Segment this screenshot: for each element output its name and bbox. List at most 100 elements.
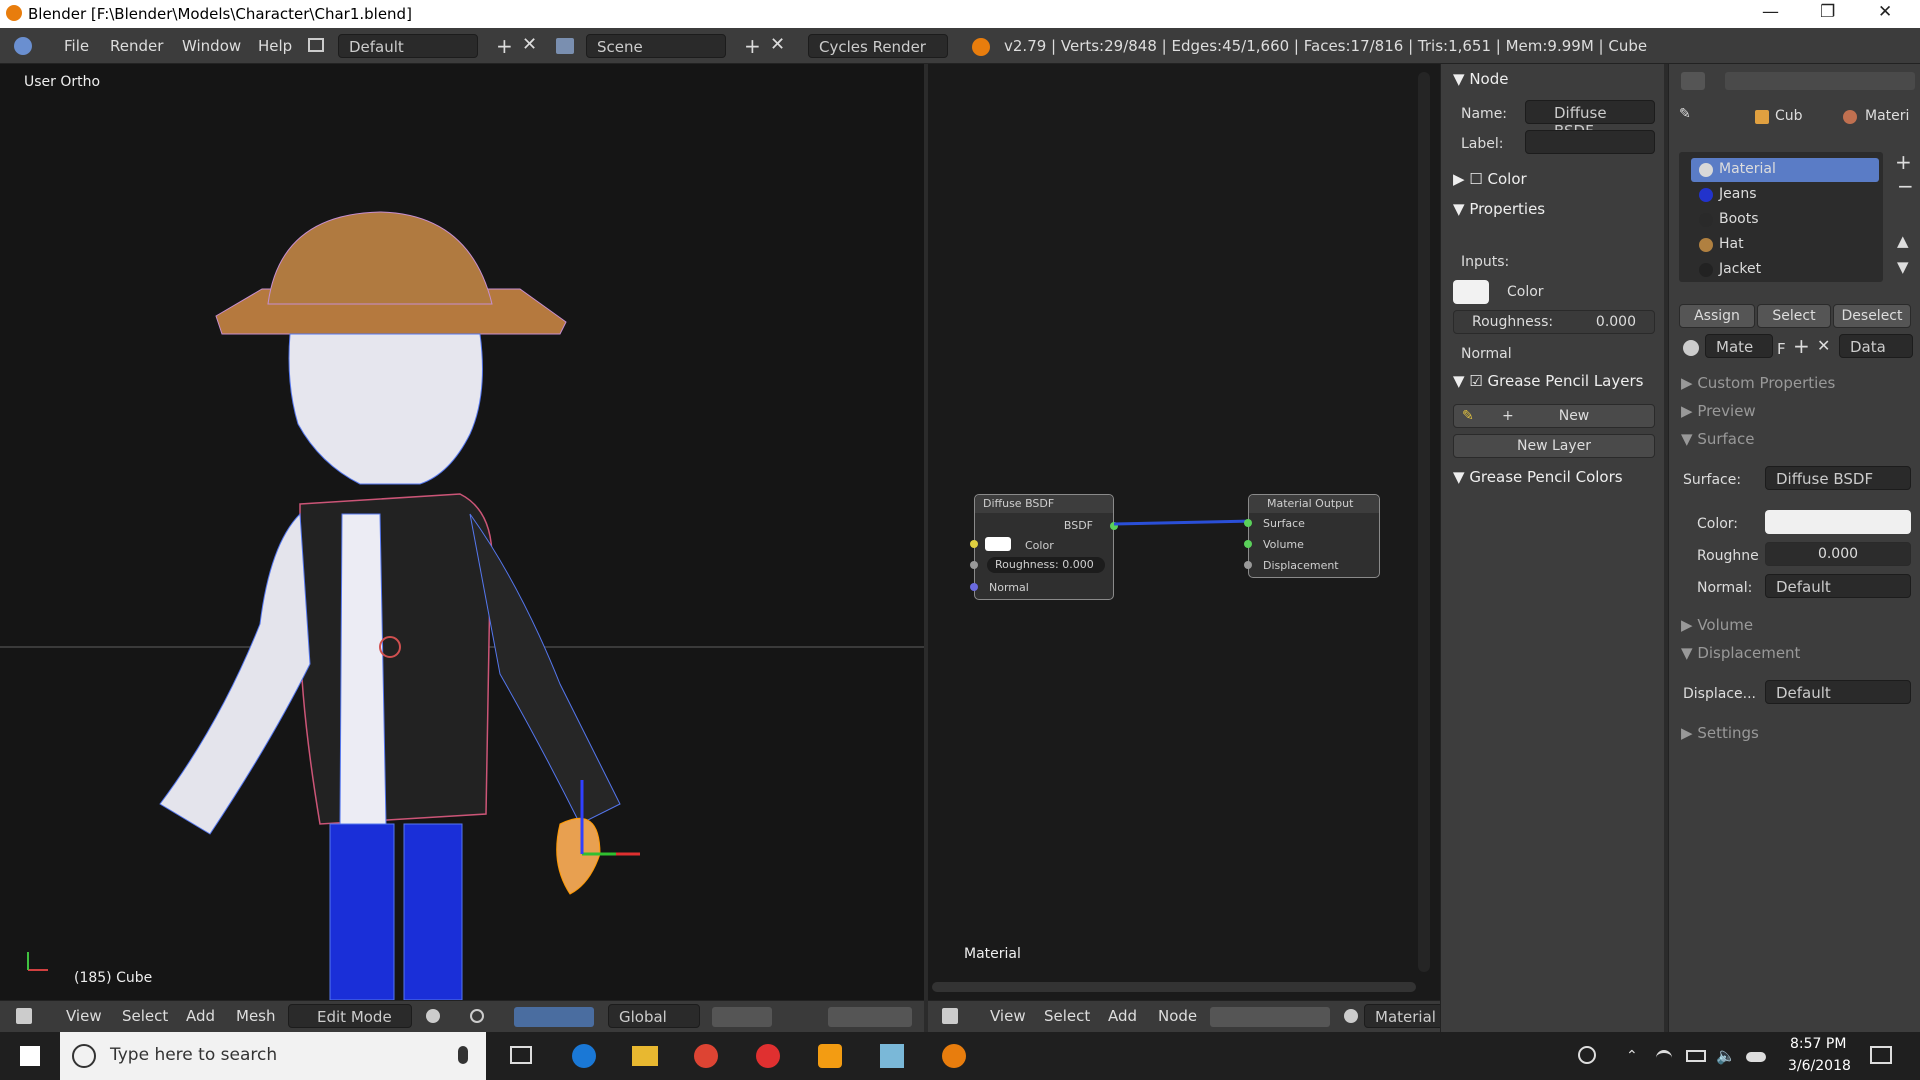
- material-slot[interactable]: Hat: [1691, 233, 1879, 257]
- mode-select[interactable]: Edit Mode: [288, 1004, 412, 1028]
- node-scrollbar[interactable]: [932, 982, 1416, 992]
- material-output-node[interactable]: Material Output Surface Volume Displacem…: [1244, 494, 1380, 578]
- color-input-swatch[interactable]: [1453, 280, 1489, 304]
- restore-button[interactable]: ❐: [1820, 2, 1835, 22]
- layout-field[interactable]: Default: [338, 34, 478, 58]
- remove-layout-icon[interactable]: ✕: [522, 34, 537, 55]
- node-name-field[interactable]: Diffuse BSDF: [1525, 100, 1655, 140]
- material-unlink-icon[interactable]: ✕: [1817, 336, 1830, 355]
- node-editor-type-icon[interactable]: [942, 1008, 958, 1024]
- move-down-icon[interactable]: ▼: [1897, 258, 1909, 276]
- search-input[interactable]: Type here to search: [110, 1045, 277, 1065]
- shader-type-icons[interactable]: [1210, 1007, 1330, 1027]
- properties-type-icon[interactable]: [1681, 72, 1705, 90]
- layout-icon[interactable]: [308, 38, 324, 52]
- pivot-icon[interactable]: [470, 1009, 484, 1023]
- select-button[interactable]: Select: [1757, 304, 1831, 328]
- volume-socket[interactable]: [1244, 540, 1252, 548]
- material-slot[interactable]: Boots: [1691, 208, 1879, 232]
- render-engine-select[interactable]: Cycles Render: [808, 34, 948, 58]
- material-browse-icon[interactable]: [1683, 340, 1699, 356]
- sublime-icon[interactable]: [818, 1044, 842, 1068]
- surface-header[interactable]: ▼ Surface: [1681, 430, 1754, 448]
- roughness-field[interactable]: Roughness: 0.000: [987, 557, 1105, 573]
- microphone-icon[interactable]: [458, 1046, 468, 1064]
- node-add-menu[interactable]: Add: [1108, 1007, 1137, 1025]
- material-slot[interactable]: Material: [1691, 158, 1879, 182]
- remove-scene-icon[interactable]: ✕: [770, 34, 785, 55]
- surface-shader-select[interactable]: Diffuse BSDF: [1765, 466, 1911, 490]
- app-icon[interactable]: [880, 1044, 904, 1068]
- node-label-field[interactable]: [1525, 130, 1655, 154]
- material-add-icon[interactable]: +: [1793, 334, 1810, 358]
- new-gp-button[interactable]: ✎ + New: [1453, 404, 1655, 428]
- custom-properties-header[interactable]: ▶ Custom Properties: [1681, 374, 1835, 392]
- displacement-socket[interactable]: [1244, 561, 1252, 569]
- add-menu[interactable]: Add: [186, 1007, 215, 1025]
- material-slot[interactable]: Jacket: [1691, 258, 1879, 278]
- diffuse-bsdf-node[interactable]: Diffuse BSDF BSDF Color Roughness: 0.000…: [970, 494, 1118, 600]
- roughness-value-field[interactable]: 0.000: [1765, 542, 1911, 566]
- close-button[interactable]: ✕: [1878, 2, 1892, 22]
- node-editor[interactable]: Diffuse BSDF BSDF Color Roughness: 0.000…: [928, 64, 1440, 1000]
- clock-time[interactable]: 8:57 PM: [1790, 1036, 1846, 1052]
- pin-icon[interactable]: ✎: [1679, 106, 1691, 122]
- taskbar-search[interactable]: Type here to search: [60, 1032, 486, 1080]
- manipulator-icon[interactable]: [514, 1007, 594, 1027]
- info-icon[interactable]: [14, 37, 32, 55]
- assign-button[interactable]: Assign: [1679, 304, 1755, 328]
- material-slot[interactable]: Jeans: [1691, 183, 1879, 207]
- windows-start-icon[interactable]: [20, 1046, 40, 1066]
- roughness-slider[interactable]: Roughness: 0.000: [1453, 310, 1655, 334]
- file-explorer-icon[interactable]: [632, 1046, 658, 1066]
- color-input-socket[interactable]: [970, 540, 978, 548]
- displacement-header[interactable]: ▼ Displacement: [1681, 644, 1800, 662]
- move-up-icon[interactable]: ▲: [1897, 232, 1909, 250]
- settings-header[interactable]: ▶ Settings: [1681, 724, 1759, 742]
- node-menu[interactable]: Node: [1158, 1007, 1197, 1025]
- gp-layers-header[interactable]: ▼ ☑ Grease Pencil Layers: [1453, 372, 1643, 390]
- 3d-viewport[interactable]: User Ortho (185) Cube: [0, 64, 924, 1000]
- preview-header[interactable]: ▶ Preview: [1681, 402, 1756, 420]
- view-menu[interactable]: View: [66, 1007, 102, 1025]
- roughness-socket[interactable]: [970, 561, 978, 569]
- material-slot-list[interactable]: Material Jeans Boots Hat Jacket: [1679, 152, 1883, 282]
- node-vscrollbar[interactable]: [1418, 72, 1430, 972]
- color-swatch[interactable]: [985, 537, 1011, 551]
- chrome-icon[interactable]: [694, 1044, 718, 1068]
- menu-window[interactable]: Window: [182, 37, 241, 55]
- battery-icon[interactable]: [1686, 1050, 1706, 1062]
- tray-chevron-icon[interactable]: ⌃: [1626, 1048, 1638, 1064]
- normal-select[interactable]: Default: [1765, 574, 1911, 598]
- node-select-menu[interactable]: Select: [1044, 1007, 1090, 1025]
- scene-field[interactable]: Scene: [586, 34, 726, 58]
- character-mesh[interactable]: [0, 64, 924, 1000]
- node-section-header[interactable]: ▼ Node: [1453, 70, 1508, 88]
- displacement-select[interactable]: Default: [1765, 680, 1911, 704]
- snap-icon[interactable]: [828, 1007, 912, 1027]
- node-view-menu[interactable]: View: [990, 1007, 1026, 1025]
- add-scene-icon[interactable]: +: [744, 34, 761, 58]
- menu-render[interactable]: Render: [110, 37, 163, 55]
- network-icon[interactable]: [1656, 1050, 1672, 1064]
- remove-slot-icon[interactable]: −: [1897, 174, 1914, 198]
- select-menu[interactable]: Select: [122, 1007, 168, 1025]
- material-name-field[interactable]: Mate: [1705, 334, 1773, 358]
- add-layout-icon[interactable]: +: [496, 34, 513, 58]
- minimize-button[interactable]: —: [1762, 2, 1779, 22]
- blender-taskbar-icon[interactable]: [942, 1044, 966, 1068]
- volume-header[interactable]: ▶ Volume: [1681, 616, 1753, 634]
- deselect-button[interactable]: Deselect: [1833, 304, 1911, 328]
- clock-date[interactable]: 3/6/2018: [1788, 1058, 1851, 1074]
- properties-section-header[interactable]: ▼ Properties: [1453, 200, 1545, 218]
- context-tabs[interactable]: [1725, 72, 1915, 90]
- surface-color-swatch[interactable]: [1765, 510, 1911, 534]
- normal-socket[interactable]: [970, 583, 978, 591]
- color-section-header[interactable]: ▶ ☐ Color: [1453, 170, 1527, 188]
- onedrive-icon[interactable]: [1746, 1052, 1766, 1062]
- people-icon[interactable]: [1578, 1046, 1596, 1064]
- vertex-select-icon[interactable]: [712, 1007, 772, 1027]
- new-layer-button[interactable]: New Layer: [1453, 434, 1655, 458]
- gp-colors-header[interactable]: ▼ Grease Pencil Colors: [1453, 468, 1623, 486]
- volume-icon[interactable]: 🔈: [1716, 1046, 1736, 1065]
